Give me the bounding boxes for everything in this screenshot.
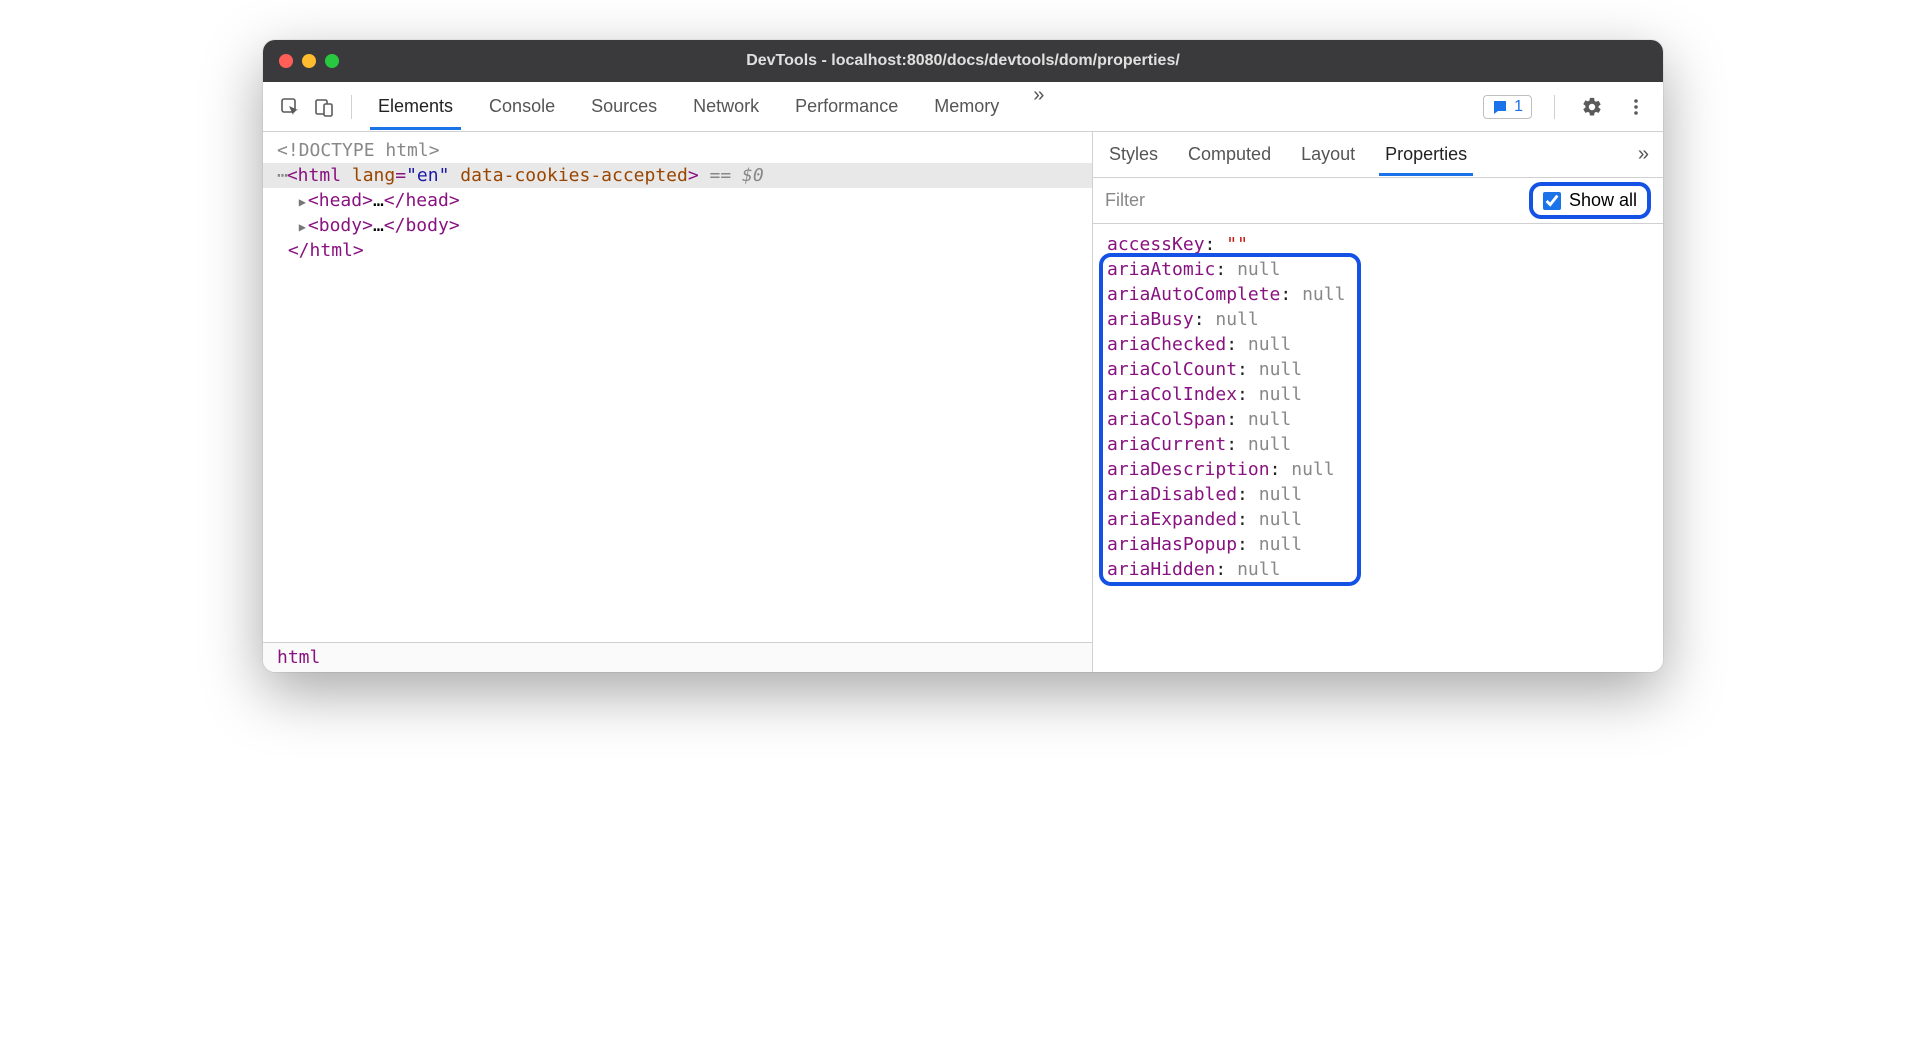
property-key: ariaColSpan: [1107, 409, 1226, 430]
dom-html-close[interactable]: </html>: [263, 238, 1092, 263]
more-side-tabs-icon[interactable]: »: [1638, 143, 1649, 166]
property-row[interactable]: ariaColCount: null: [1107, 357, 1649, 382]
property-row[interactable]: ariaDisabled: null: [1107, 482, 1649, 507]
issues-count: 1: [1514, 98, 1523, 116]
property-row[interactable]: ariaDescription: null: [1107, 457, 1649, 482]
property-key: ariaDescription: [1107, 459, 1270, 480]
more-options-icon[interactable]: [1621, 92, 1651, 122]
property-row[interactable]: ariaChecked: null: [1107, 332, 1649, 357]
issues-badge[interactable]: 1: [1483, 95, 1532, 119]
property-value: null: [1291, 459, 1334, 480]
side-tab-styles[interactable]: Styles: [1107, 134, 1160, 175]
property-row[interactable]: accessKey: "": [1107, 232, 1649, 257]
side-tab-computed[interactable]: Computed: [1186, 134, 1273, 175]
dom-tree[interactable]: <!DOCTYPE html> ⋯<html lang="en" data-co…: [263, 132, 1092, 642]
panels-body: <!DOCTYPE html> ⋯<html lang="en" data-co…: [263, 132, 1663, 672]
property-key: ariaColCount: [1107, 359, 1237, 380]
dom-breadcrumb[interactable]: html: [263, 642, 1092, 672]
dom-body-element[interactable]: ▶<body>…</body>: [263, 213, 1092, 238]
dom-doctype[interactable]: <!DOCTYPE html>: [263, 138, 1092, 163]
devtools-window: DevTools - localhost:8080/docs/devtools/…: [263, 40, 1663, 672]
property-row[interactable]: ariaColSpan: null: [1107, 407, 1649, 432]
ellipsis-icon: ⋯: [277, 165, 287, 186]
dom-head-element[interactable]: ▶<head>…</head>: [263, 188, 1092, 213]
settings-icon[interactable]: [1577, 92, 1607, 122]
property-row[interactable]: ariaCurrent: null: [1107, 432, 1649, 457]
property-value: null: [1237, 259, 1280, 280]
properties-list[interactable]: accessKey: ""ariaAtomic: nullariaAutoCom…: [1093, 224, 1663, 672]
property-key: ariaHasPopup: [1107, 534, 1237, 555]
side-tab-layout[interactable]: Layout: [1299, 134, 1357, 175]
property-row[interactable]: ariaHasPopup: null: [1107, 532, 1649, 557]
filter-input[interactable]: [1105, 190, 1529, 211]
property-value: null: [1259, 534, 1302, 555]
tab-console[interactable]: Console: [487, 84, 557, 129]
property-value: null: [1248, 334, 1291, 355]
minimize-window-button[interactable]: [302, 54, 316, 68]
property-key: ariaColIndex: [1107, 384, 1237, 405]
zoom-window-button[interactable]: [325, 54, 339, 68]
property-row[interactable]: ariaHidden: null: [1107, 557, 1649, 582]
property-value: null: [1259, 384, 1302, 405]
tab-memory[interactable]: Memory: [932, 84, 1001, 129]
inspect-element-icon[interactable]: [275, 92, 305, 122]
property-value: null: [1259, 484, 1302, 505]
toolbar-divider: [351, 95, 352, 119]
tab-elements[interactable]: Elements: [376, 84, 455, 129]
disclosure-triangle-icon[interactable]: ▶: [299, 220, 306, 234]
property-key: ariaHidden: [1107, 559, 1215, 580]
property-value: null: [1248, 409, 1291, 430]
property-row[interactable]: ariaExpanded: null: [1107, 507, 1649, 532]
window-title: DevTools - localhost:8080/docs/devtools/…: [263, 52, 1663, 70]
property-value: null: [1248, 434, 1291, 455]
titlebar: DevTools - localhost:8080/docs/devtools/…: [263, 40, 1663, 82]
dom-html-element[interactable]: ⋯<html lang="en" data-cookies-accepted> …: [263, 163, 1092, 188]
property-value: null: [1302, 284, 1345, 305]
property-value: null: [1215, 309, 1258, 330]
property-key: accessKey: [1107, 234, 1205, 255]
property-key: ariaAutoComplete: [1107, 284, 1280, 305]
property-key: ariaDisabled: [1107, 484, 1237, 505]
side-tab-properties[interactable]: Properties: [1383, 134, 1469, 175]
property-key: ariaChecked: [1107, 334, 1226, 355]
property-key: ariaAtomic: [1107, 259, 1215, 280]
property-value: "": [1226, 234, 1248, 255]
property-key: ariaCurrent: [1107, 434, 1226, 455]
side-panel: Styles Computed Layout Properties » Show…: [1093, 132, 1663, 672]
close-window-button[interactable]: [279, 54, 293, 68]
property-value: null: [1259, 509, 1302, 530]
show-all-label: Show all: [1569, 190, 1637, 211]
tab-sources[interactable]: Sources: [589, 84, 659, 129]
tab-network[interactable]: Network: [691, 84, 761, 129]
property-value: null: [1259, 359, 1302, 380]
property-row[interactable]: ariaAtomic: null: [1107, 257, 1649, 282]
property-row[interactable]: ariaBusy: null: [1107, 307, 1649, 332]
toolbar-right: 1: [1483, 92, 1651, 122]
disclosure-triangle-icon[interactable]: ▶: [299, 195, 306, 209]
property-key: ariaBusy: [1107, 309, 1194, 330]
dom-panel: <!DOCTYPE html> ⋯<html lang="en" data-co…: [263, 132, 1093, 672]
more-tabs-icon[interactable]: »: [1033, 84, 1044, 129]
issues-icon: [1492, 99, 1508, 115]
show-all-toggle[interactable]: Show all: [1529, 182, 1651, 219]
breadcrumb-item[interactable]: html: [277, 647, 320, 668]
main-toolbar: Elements Console Sources Network Perform…: [263, 82, 1663, 132]
tab-performance[interactable]: Performance: [793, 84, 900, 129]
toolbar-divider: [1554, 95, 1555, 119]
show-all-checkbox[interactable]: [1543, 192, 1561, 210]
device-toolbar-icon[interactable]: [309, 92, 339, 122]
traffic-lights: [279, 54, 339, 68]
filter-row: Show all: [1093, 178, 1663, 224]
side-tabs: Styles Computed Layout Properties »: [1093, 132, 1663, 178]
property-row[interactable]: ariaAutoComplete: null: [1107, 282, 1649, 307]
main-tabs: Elements Console Sources Network Perform…: [376, 84, 1479, 129]
property-key: ariaExpanded: [1107, 509, 1237, 530]
property-value: null: [1237, 559, 1280, 580]
property-row[interactable]: ariaColIndex: null: [1107, 382, 1649, 407]
